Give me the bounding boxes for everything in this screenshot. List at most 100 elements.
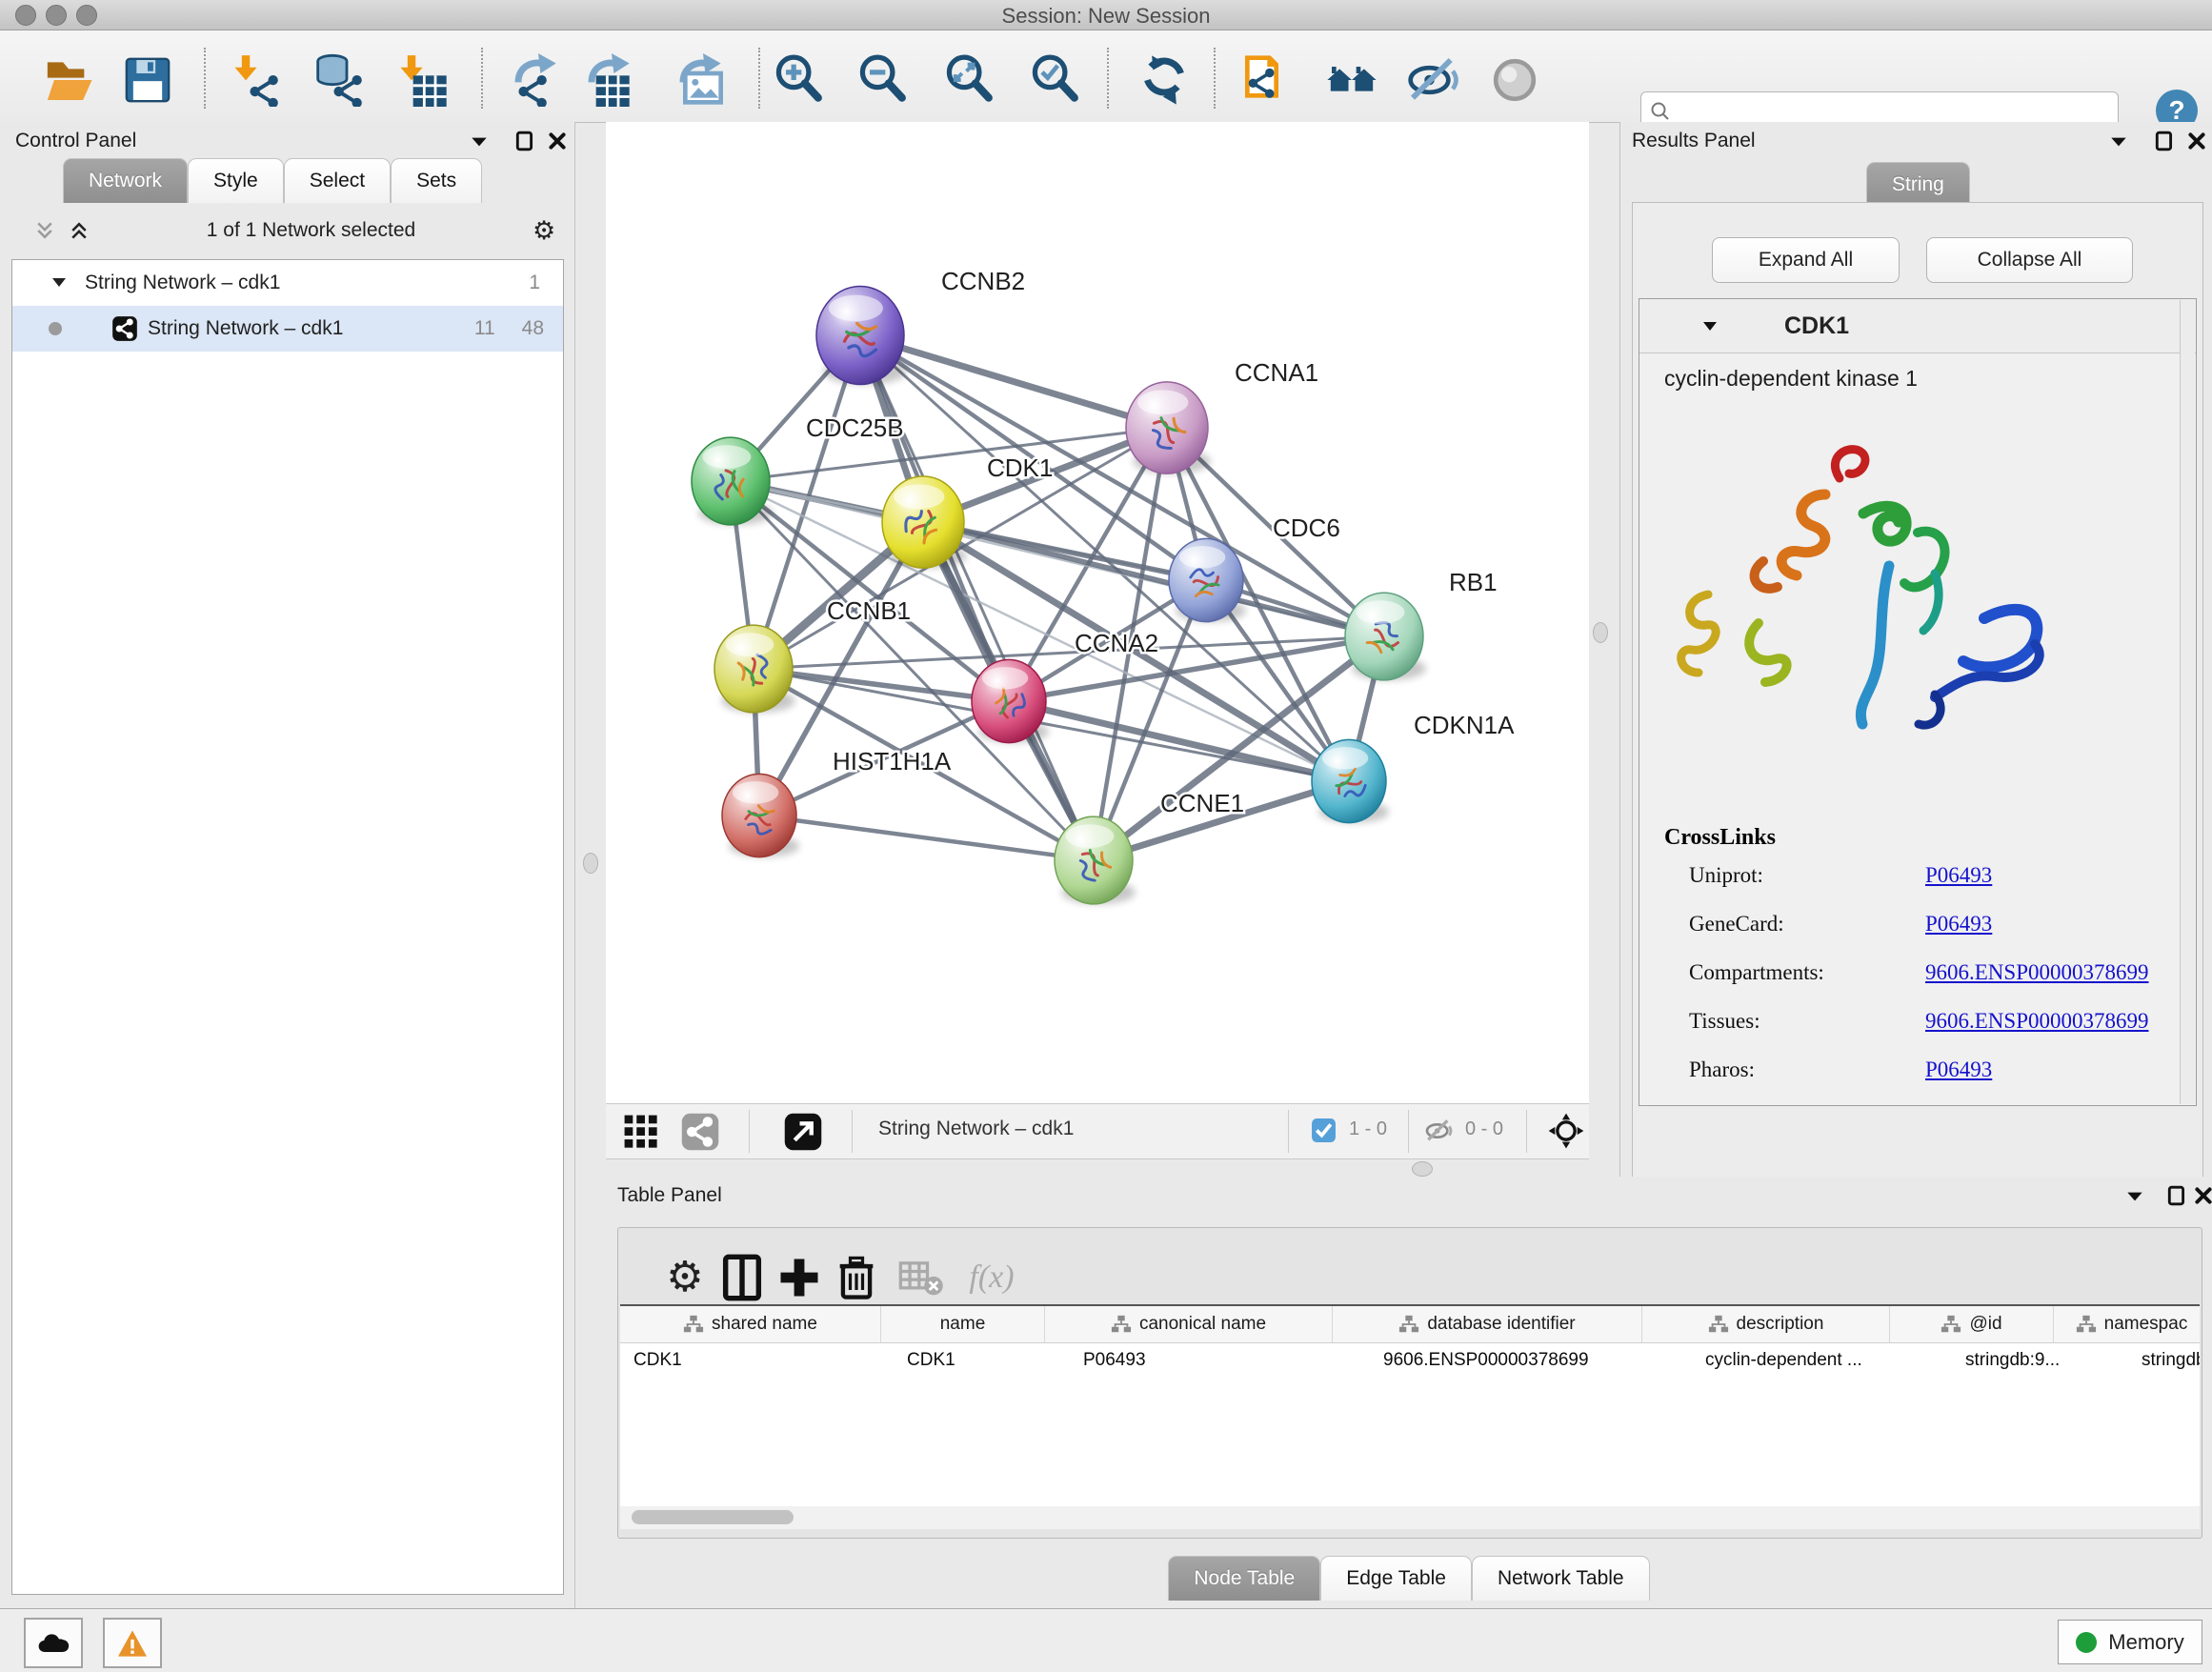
cloud-button[interactable] [24,1618,83,1668]
export-table-icon[interactable] [585,53,638,107]
control-panel-close-icon[interactable] [547,131,568,151]
column-header-namespac[interactable]: namespac [2054,1306,2200,1342]
column-header--id[interactable]: @id [1890,1306,2054,1342]
network-canvas[interactable]: CCNB2CCNA1CDC25BCDK1CDC6RB1CCNB1CCNA2CDK… [606,122,1589,1103]
column-header-database-identifier[interactable]: database identifier [1333,1306,1642,1342]
tab-network[interactable]: Network [63,158,188,203]
network-collection-row[interactable]: String Network – cdk1 1 [12,260,563,306]
tab-string[interactable]: String [1866,162,1970,207]
expand-all-networks-icon[interactable] [69,220,90,241]
column-header-canonical-name[interactable]: canonical name [1045,1306,1333,1342]
detach-view-icon[interactable] [783,1112,823,1152]
table-panel-float-icon[interactable] [2166,1185,2187,1206]
node-CDK1[interactable] [882,476,967,568]
table-cell: CDK1 [620,1343,894,1378]
tab-network-table[interactable]: Network Table [1472,1556,1650,1601]
export-network-icon[interactable] [512,53,565,107]
node-RB1[interactable] [1345,593,1426,680]
apply-preferred-layout-icon[interactable] [1137,53,1191,107]
table-cell: P06493 [1070,1343,1370,1378]
node-CCNB2[interactable] [816,286,907,384]
string-network-icon [111,315,138,342]
bottom-splitter-handle[interactable] [1412,1161,1433,1177]
collection-expand-icon[interactable] [50,274,68,292]
node-HIST1H1A[interactable] [722,774,799,856]
birdseye-navigator-icon[interactable] [1547,1112,1585,1150]
function-builder-icon-disabled: f(x) [954,1253,1030,1302]
create-column-icon[interactable] [774,1253,824,1302]
memory-label: Memory [2108,1630,2183,1655]
memory-button[interactable]: Memory [2058,1620,2202,1664]
zoom-selected-icon[interactable] [1029,53,1082,107]
network-view-icon[interactable] [680,1112,720,1152]
tab-style[interactable]: Style [188,158,284,203]
zoom-out-icon[interactable] [856,53,910,107]
zoom-in-icon[interactable] [773,53,826,107]
crosslink-link[interactable]: P06493 [1925,912,1992,937]
node-CCNA2[interactable] [972,659,1049,742]
expand-all-button[interactable]: Expand All [1712,237,1900,283]
node-table[interactable]: shared namenamecanonical namedatabase id… [620,1304,2200,1506]
left-splitter-handle[interactable] [583,853,598,874]
crosslink-link[interactable]: P06493 [1925,863,1992,888]
zoom-fit-content-icon[interactable] [943,53,996,107]
tab-sets[interactable]: Sets [391,158,482,203]
collapse-all-button[interactable]: Collapse All [1926,237,2133,283]
table-settings-gear-icon[interactable]: ⚙ [660,1253,710,1302]
right-splitter-handle[interactable] [1593,622,1608,643]
section-collapse-icon[interactable] [1700,316,1719,335]
table-row[interactable]: CDK1CDK1P064939606.ENSP00000378699cyclin… [620,1343,2200,1378]
crosslink-link[interactable]: P06493 [1925,1058,1992,1082]
crosslink-link[interactable]: 9606.ENSP00000378699 [1925,960,2149,985]
results-panel-float-icon[interactable] [2154,131,2175,151]
save-session-icon[interactable] [121,53,174,107]
import-network-file-icon[interactable] [230,53,283,107]
network-edge-count: 48 [522,317,544,340]
delete-column-trash-icon[interactable] [832,1253,881,1302]
control-panel-float-icon[interactable] [514,131,535,151]
show-columns-icon[interactable] [717,1253,767,1302]
network-options-gear-icon[interactable]: ⚙ [533,220,553,241]
toolbar-separator [1107,48,1109,109]
tab-node-table[interactable]: Node Table [1168,1556,1320,1601]
search-input[interactable] [1679,100,2118,124]
export-image-icon[interactable] [676,53,730,107]
import-network-database-icon[interactable] [313,53,367,107]
network-row[interactable]: String Network – cdk1 11 48 [12,306,563,352]
table-horizontal-scrollbar[interactable] [620,1506,2200,1529]
node-CCNE1[interactable] [1055,816,1136,904]
hide-selected-icon[interactable] [1406,53,1459,107]
column-header-description[interactable]: description [1642,1306,1890,1342]
table-scrollbar-thumb[interactable] [632,1510,794,1524]
open-session-icon[interactable] [42,53,95,107]
edge-CCNB2-CCNA1[interactable] [860,335,1167,428]
crosslinks-title: CrossLinks [1664,825,1776,851]
node-label-CCNA2: CCNA2 [1075,629,1158,657]
table-panel-close-icon[interactable] [2193,1185,2212,1206]
crosslink-link[interactable]: 9606.ENSP00000378699 [1925,1009,2149,1034]
results-scrollbar[interactable] [2180,300,2195,1104]
column-header-name[interactable]: name [881,1306,1045,1342]
collapse-all-networks-icon[interactable] [34,220,55,241]
gene-section-header[interactable]: CDK1 [1639,299,2196,353]
warning-button[interactable] [103,1618,162,1668]
node-CDKN1A[interactable] [1312,739,1389,822]
control-panel: Control Panel NetworkStyleSelectSets 1 o… [0,122,575,1608]
grid-view-icon[interactable] [623,1114,659,1150]
results-panel-menu-icon[interactable] [2108,131,2129,152]
crosslink-label: Pharos: [1689,1058,1755,1081]
import-table-icon[interactable] [395,53,449,107]
results-panel-close-icon[interactable] [2186,131,2207,151]
new-network-from-selection-icon[interactable] [1238,53,1292,107]
tab-select[interactable]: Select [284,158,391,203]
edge-CCNA2-CDKN1A[interactable] [1009,701,1349,781]
tab-edge-table[interactable]: Edge Table [1320,1556,1472,1601]
table-panel-menu-icon[interactable] [2124,1186,2145,1207]
column-header-shared-name[interactable]: shared name [620,1306,881,1342]
node-CCNA1[interactable] [1126,382,1211,473]
selected-checkbox-icon[interactable] [1311,1118,1337,1143]
edge-CCNE1-HIST1H1A[interactable] [759,816,1094,860]
node-label-CCNA1: CCNA1 [1235,358,1318,387]
control-panel-menu-icon[interactable] [469,131,490,152]
first-neighbors-icon[interactable] [1325,53,1378,107]
